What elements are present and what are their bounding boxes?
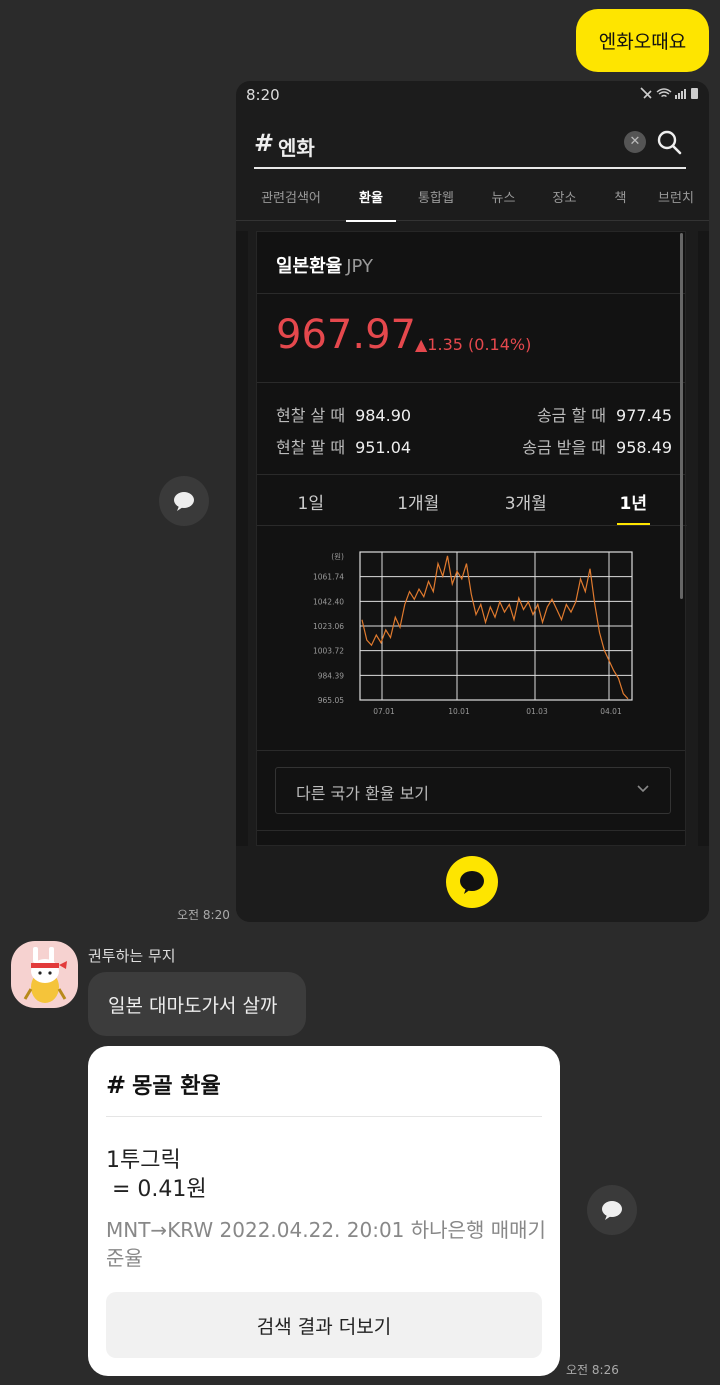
series-line: [361, 555, 629, 700]
speech-bubble-icon: [174, 492, 194, 511]
search-query[interactable]: 엔화: [278, 132, 315, 161]
scrollbar[interactable]: [680, 233, 683, 599]
y-tick-label-1: 1042.40: [313, 597, 344, 606]
period-tab-2[interactable]: 3개월: [472, 484, 580, 525]
speech-bubble-icon: [602, 1201, 622, 1220]
share-bubble-button[interactable]: [159, 476, 209, 526]
talk-bubble-icon[interactable]: [446, 856, 498, 908]
sender-name: 권투하는 무지: [88, 947, 176, 965]
fx-card: 일본환율 JPY 967.97 ▲1.35 (0.14%) 현찰 살 때 984.9…: [256, 231, 687, 846]
rate-cash-sell: 현찰 팔 때 951.04: [276, 438, 412, 457]
rate-meta: MNT→KRW 2022.04.22. 20:01 하나은행 매매기준율: [106, 1218, 546, 1270]
y-tick-label-2: 1023.06: [313, 622, 344, 631]
rate-send: 송금 할 때 977.45: [536, 406, 672, 425]
fx-currency: JPY: [346, 256, 374, 277]
fx-change: ▲1.35 (0.14%): [415, 335, 532, 354]
my-message-bubble[interactable]: 엔화오때요: [576, 9, 709, 72]
y-tick-label-5: 965.05: [318, 696, 344, 705]
status-time: 8:20: [246, 86, 280, 104]
search-tabs: 관련검색어 환율 통합웹 뉴스 장소 책 브런치: [236, 177, 709, 222]
signal-wifi-battery-icon: [640, 87, 698, 99]
my-message-time: 오전 8:20: [177, 908, 230, 922]
period-tab-1[interactable]: 1개월: [365, 484, 473, 525]
status-icons: [639, 86, 701, 103]
reply-time: 오전 8:26: [566, 1363, 619, 1377]
rate-cash-buy: 현찰 살 때 984.90: [276, 406, 412, 425]
tab-5[interactable]: 책: [598, 177, 643, 221]
dropdown-label: 다른 국가 환율 보기: [296, 784, 430, 803]
rate-value: = 0.41원: [112, 1177, 207, 1202]
reply-message-bubble[interactable]: 일본 대마도가서 살까: [88, 972, 306, 1036]
x-tick-label-2: 01.03: [526, 707, 548, 716]
prev-card-edge: [236, 231, 248, 846]
fx-title: 일본환율 JPY: [276, 256, 374, 277]
muzi-character-icon: [23, 947, 67, 1003]
x-tick-label-1: 10.01: [448, 707, 470, 716]
search-icon[interactable]: [656, 129, 682, 155]
x-tick-label-0: 07.01: [373, 707, 395, 716]
chevron-down-icon: [637, 785, 649, 793]
tab-6[interactable]: 브런치: [643, 177, 709, 221]
rate-receive: 송금 받을 때 958.49: [522, 438, 672, 457]
tab-2[interactable]: 통합웹: [396, 177, 476, 221]
share-bubble-button-2[interactable]: [587, 1185, 637, 1235]
tab-0[interactable]: 관련검색어: [236, 177, 346, 221]
period-tabs: 1일 1개월 3개월 1년: [257, 484, 687, 526]
y-tick-label-0: 1061.74: [313, 573, 344, 582]
avatar[interactable]: [11, 941, 78, 1008]
fx-line-chart: 1061.74 1042.40 1023.06 1003.72 984.39 965.05…: [313, 551, 633, 716]
period-tab-0[interactable]: 1일: [257, 484, 365, 525]
clear-icon[interactable]: ✕: [624, 131, 646, 153]
more-results-button[interactable]: 검색 결과 더보기: [106, 1292, 542, 1358]
card-title: # 몽골 환율: [106, 1071, 221, 1099]
next-card-edge: [698, 231, 709, 846]
tab-4[interactable]: 장소: [531, 177, 598, 221]
tab-3[interactable]: 뉴스: [476, 177, 531, 221]
shared-screenshot-image[interactable]: 8:20 # 엔화 ✕ 관련검색어 환율 통합웹 뉴스 장소 책 브런치 일본환율 JPY 9…: [236, 81, 709, 922]
x-tick-label-3: 04.01: [600, 707, 622, 716]
search-result-card[interactable]: # 몽골 환율 1투그릭 = 0.41원 MNT→KRW 2022.04.22. …: [88, 1046, 560, 1376]
hash-symbol: #: [254, 129, 275, 157]
y-unit-label: (원): [331, 552, 344, 561]
y-tick-label-4: 984.39: [318, 671, 344, 680]
period-tab-3[interactable]: 1년: [580, 484, 688, 525]
tab-1[interactable]: 환율: [346, 177, 396, 222]
search-bar[interactable]: # 엔화 ✕: [254, 121, 686, 169]
y-tick-label-3: 1003.72: [313, 647, 344, 656]
fx-price: 967.97: [276, 312, 416, 358]
other-country-dropdown[interactable]: 다른 국가 환율 보기: [275, 767, 671, 814]
rate-unit: 1투그릭: [106, 1148, 181, 1173]
